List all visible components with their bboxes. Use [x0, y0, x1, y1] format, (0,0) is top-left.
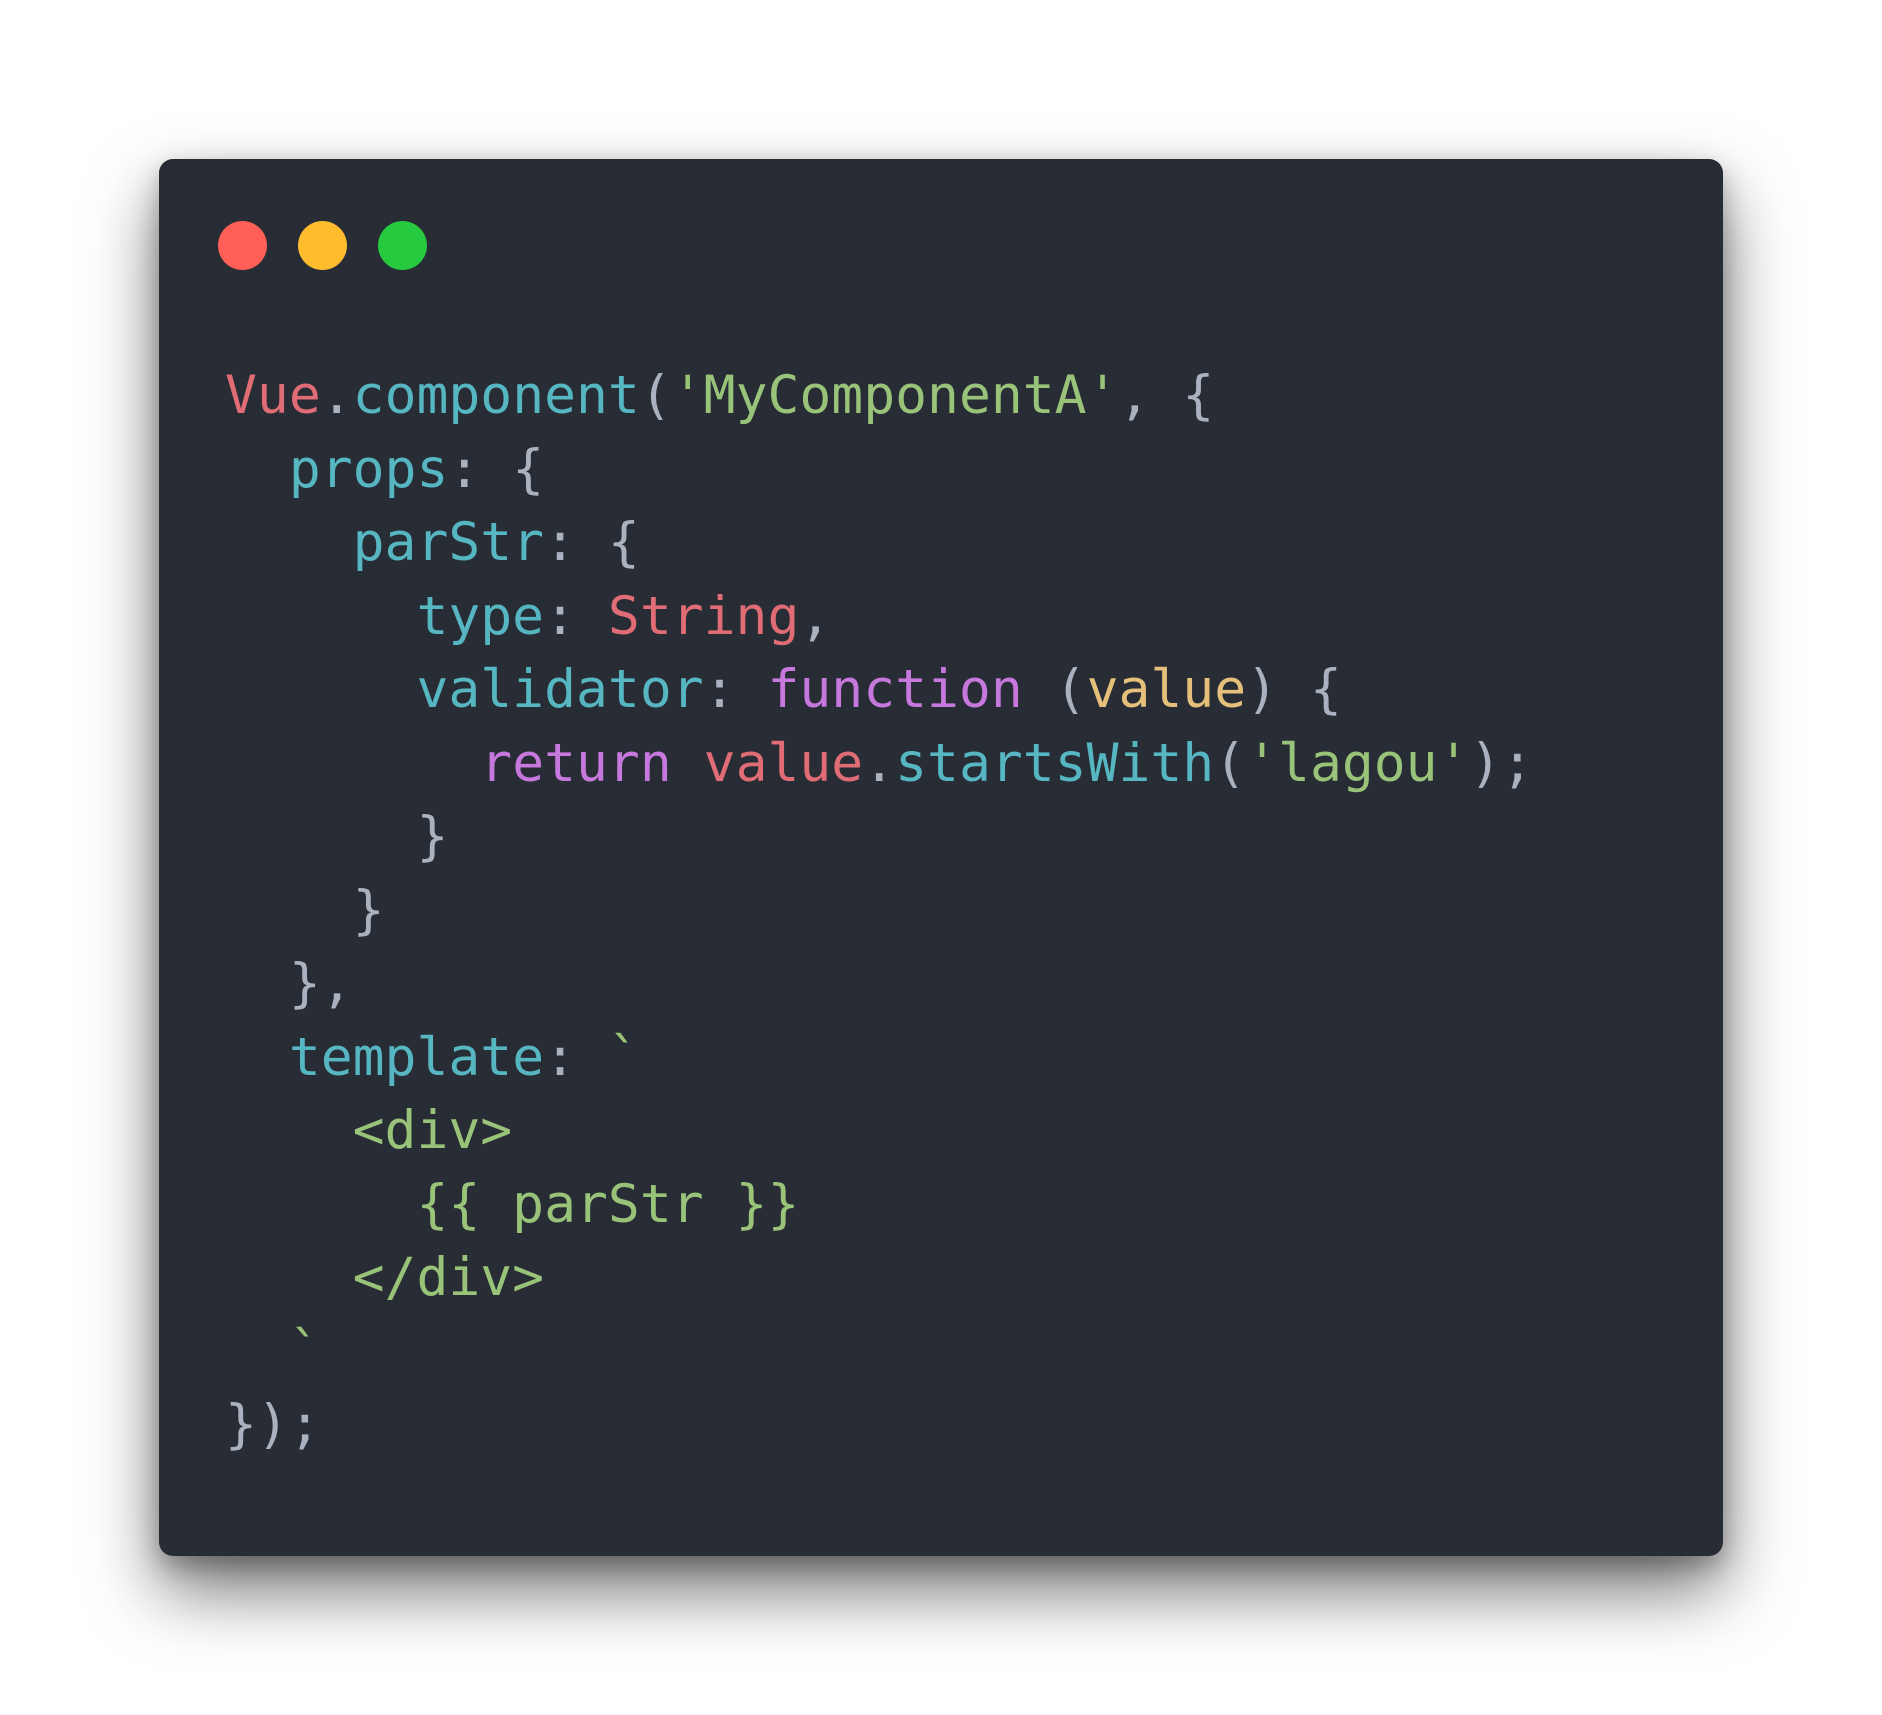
code-token: startsWith — [895, 732, 1215, 794]
code-token: return — [480, 732, 672, 794]
code-token: template — [288, 1026, 545, 1088]
code-token: ` — [607, 1026, 640, 1088]
code-token: }, — [225, 953, 353, 1014]
code-line: Vue.component('MyComponentA', { — [225, 359, 1533, 433]
code-token: : — [544, 1026, 608, 1088]
maximize-dot-icon[interactable] — [378, 221, 427, 270]
code-token: : — [703, 659, 768, 720]
code-line: props: { — [225, 433, 1533, 507]
code-line: {{ parStr }} — [225, 1168, 1533, 1242]
code-token: : — [544, 585, 608, 647]
code-token: value — [1086, 659, 1247, 720]
code-token: {{ parStr }} — [225, 1173, 800, 1235]
code-token: component — [352, 365, 640, 426]
code-line: template: ` — [225, 1021, 1533, 1095]
code-token: </div> — [225, 1247, 545, 1308]
code-token: . — [320, 365, 353, 426]
code-token: ` — [225, 1320, 321, 1382]
code-token: , { — [1118, 365, 1215, 426]
code-line: }, — [225, 947, 1533, 1021]
code-token: function — [767, 659, 1023, 720]
code-line: return value.startsWith('lagou'); — [225, 727, 1533, 801]
code-token: : { — [448, 438, 545, 500]
code-token: . — [863, 732, 896, 794]
close-dot-icon[interactable] — [218, 221, 267, 270]
code-token: }); — [225, 1394, 321, 1455]
code-token: value — [703, 732, 864, 794]
code-token: : { — [544, 512, 640, 573]
code-token: type — [416, 585, 545, 647]
code-line: } — [225, 800, 1533, 874]
code-token: } — [225, 806, 449, 867]
code-line: }); — [225, 1388, 1533, 1462]
code-token: parStr — [352, 512, 545, 573]
code-token: ) { — [1246, 659, 1342, 720]
code-token: <div> — [225, 1100, 513, 1161]
code-block: Vue.component('MyComponentA', { props: {… — [225, 359, 1533, 1462]
code-token: Vue — [225, 365, 321, 426]
window-controls — [218, 221, 427, 270]
code-token: validator — [416, 659, 704, 720]
code-token: 'MyComponentA' — [671, 365, 1119, 426]
code-line: </div> — [225, 1241, 1533, 1315]
code-window: Vue.component('MyComponentA', { props: {… — [159, 159, 1723, 1556]
code-line: ` — [225, 1315, 1533, 1389]
code-token: } — [225, 879, 385, 941]
code-token: ( — [1022, 659, 1087, 720]
code-token: , — [799, 585, 832, 647]
code-token: 'lagou' — [1246, 732, 1470, 794]
code-token: ( — [639, 365, 672, 426]
code-line: } — [225, 874, 1533, 948]
code-line: type: String, — [225, 580, 1533, 654]
code-line: validator: function (value) { — [225, 653, 1533, 727]
code-line: parStr: { — [225, 506, 1533, 580]
code-token: String — [607, 585, 800, 647]
code-token: ); — [1469, 732, 1534, 794]
minimize-dot-icon[interactable] — [298, 221, 347, 270]
code-token: ( — [1214, 732, 1247, 794]
code-token: props — [288, 438, 449, 500]
code-line: <div> — [225, 1094, 1533, 1168]
